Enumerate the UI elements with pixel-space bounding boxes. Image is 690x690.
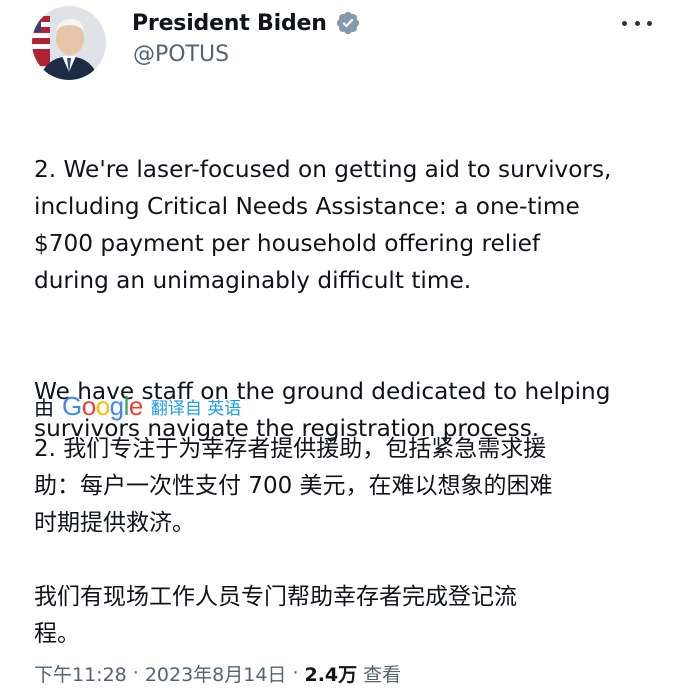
- tweet-date[interactable]: 2023年8月14日: [145, 660, 287, 687]
- avatar[interactable]: [32, 6, 106, 80]
- author-handle[interactable]: @POTUS: [133, 42, 229, 67]
- tweet-time[interactable]: 下午11:28: [34, 660, 127, 687]
- translated-paragraph: 我们有现场工作人员专门帮助幸存者完成登记流 程。: [34, 584, 517, 647]
- verified-badge-icon: [336, 11, 359, 35]
- views-label: 查看: [363, 663, 402, 686]
- more-options-icon[interactable]: [622, 16, 652, 30]
- author-name-row: President Biden: [132, 6, 361, 40]
- avatar-photo: [32, 6, 106, 80]
- translated-paragraph: 2. 我们专注于为幸存者提供援助，包括紧急需求援 助：每户一次性支付 700 美…: [34, 436, 553, 536]
- views-count: 2.4万: [304, 663, 358, 686]
- translated-by-label: 由: [34, 395, 54, 420]
- tweet-meta: 下午11:28 · 2023年8月14日 · 2.4万 查看: [34, 658, 401, 688]
- google-logo: Google: [62, 390, 143, 421]
- tweet-text-original: 2. We're laser-focused on getting aid to…: [34, 114, 664, 484]
- author-name[interactable]: President Biden: [132, 11, 327, 36]
- separator-dot: ·: [132, 662, 139, 684]
- tweet-paragraph: 2. We're laser-focused on getting aid to…: [34, 156, 612, 294]
- translation-attribution: 由 Google 翻译自 英语: [34, 388, 241, 424]
- tweet-text-translated: 2. 我们专注于为幸存者提供援助，包括紧急需求援 助：每户一次性支付 700 美…: [34, 431, 664, 653]
- separator-dot: ·: [292, 662, 299, 684]
- translated-from-link[interactable]: 翻译自 英语: [151, 394, 241, 419]
